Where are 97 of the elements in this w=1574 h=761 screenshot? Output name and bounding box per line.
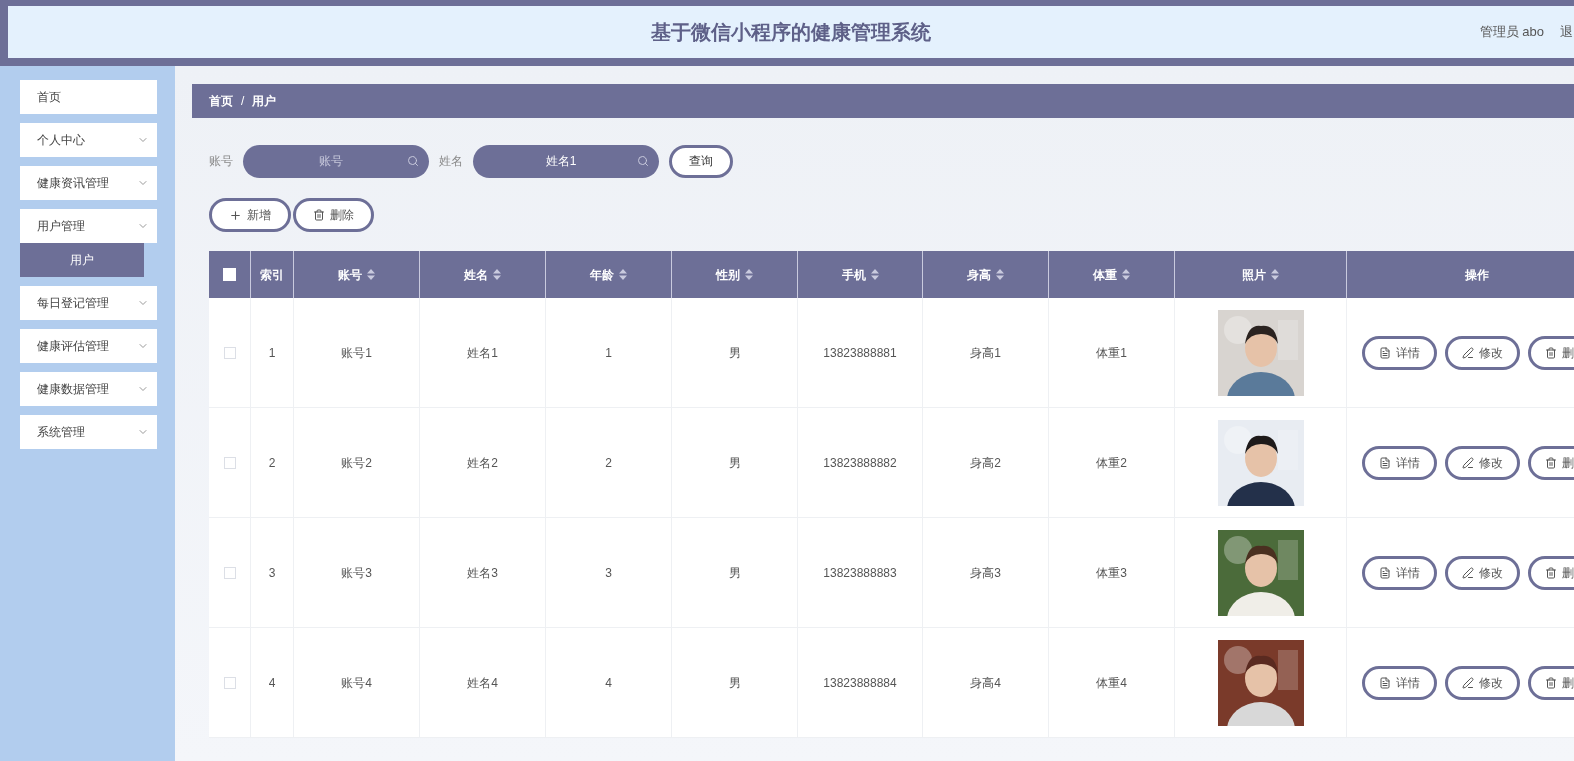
select-all-checkbox[interactable] — [223, 268, 236, 281]
trash-icon — [313, 209, 325, 221]
table-cell-text: 账号1 — [341, 344, 372, 362]
column-header[interactable]: 身高 — [923, 251, 1049, 298]
sidebar-item[interactable]: 健康资讯管理 — [20, 166, 157, 200]
sidebar-item[interactable]: 用户管理 — [20, 209, 157, 243]
table-cell-text: 13823888882 — [823, 454, 897, 472]
sidebar-item[interactable]: 每日登记管理 — [20, 286, 157, 320]
table-cell-text: 1 — [268, 344, 276, 362]
table-cell-text: 13823888881 — [823, 344, 897, 362]
edit-button[interactable]: 修改 — [1445, 445, 1520, 480]
delete-button[interactable]: 删 — [1528, 665, 1574, 700]
document-icon — [1379, 566, 1391, 579]
table-cell-text: 男 — [728, 674, 741, 692]
table-cell-text: 体重2 — [1096, 454, 1127, 472]
detail-button[interactable]: 详情 — [1362, 665, 1437, 700]
app-title: 基于微信小程序的健康管理系统 — [651, 20, 931, 45]
column-header[interactable]: 照片 — [1175, 251, 1347, 298]
query-button[interactable]: 查询 — [669, 144, 733, 178]
column-header[interactable]: 手机 — [798, 251, 923, 298]
table-cell-text: 身高3 — [970, 564, 1001, 582]
table-cell-text: 身高2 — [970, 454, 1001, 472]
column-header[interactable]: 姓名 — [420, 251, 546, 298]
search-field[interactable]: 姓名1 — [473, 144, 659, 178]
table-cell-text: 体重3 — [1096, 564, 1127, 582]
row-checkbox[interactable] — [223, 346, 236, 359]
search-icon — [407, 154, 419, 167]
table-cell-text: 身高4 — [970, 674, 1001, 692]
pencil-icon — [1462, 456, 1474, 469]
table-cell-text: 13823888884 — [823, 674, 897, 692]
user-name: 管理员 abo — [1479, 23, 1544, 42]
table-cell-text: 账号2 — [341, 454, 372, 472]
trash-icon — [1545, 676, 1557, 689]
add-button[interactable]: 新增 — [209, 198, 291, 232]
column-header: 操作 — [1347, 251, 1574, 298]
table-cell-text: 2 — [605, 454, 612, 472]
breadcrumb-link[interactable]: 首页 — [209, 92, 233, 110]
edit-button[interactable]: 修改 — [1445, 665, 1520, 700]
search-icon — [637, 154, 649, 167]
table-cell-text: 2 — [268, 454, 276, 472]
pencil-icon — [1462, 566, 1474, 579]
plus-icon — [229, 208, 242, 222]
column-header[interactable]: 性别 — [672, 251, 798, 298]
delete-button[interactable]: 删 — [1528, 335, 1574, 370]
edit-button[interactable]: 修改 — [1445, 335, 1520, 370]
table-cell-text: 3 — [268, 564, 276, 582]
table-cell-text: 姓名4 — [467, 674, 498, 692]
delete-button[interactable]: 删 — [1528, 555, 1574, 590]
table-cell-text: 4 — [268, 674, 276, 692]
row-checkbox[interactable] — [223, 676, 236, 689]
trash-icon — [1545, 566, 1557, 579]
breadcrumb-separator: / — [241, 93, 245, 110]
table-cell-text: 男 — [728, 344, 741, 362]
table-cell-text: 姓名1 — [467, 344, 498, 362]
breadcrumb-link[interactable]: 用户 — [252, 92, 277, 110]
trash-icon — [1545, 346, 1557, 359]
document-icon — [1379, 676, 1391, 689]
table-cell-text: 体重4 — [1096, 674, 1127, 692]
table-cell-text: 身高1 — [970, 344, 1001, 362]
sidebar-item[interactable]: 健康评估管理 — [20, 329, 157, 363]
detail-button[interactable]: 详情 — [1362, 335, 1437, 370]
sidebar-item[interactable]: 系统管理 — [20, 415, 157, 449]
table-cell-text: 13823888883 — [823, 564, 897, 582]
table-cell-text: 姓名2 — [467, 454, 498, 472]
document-icon — [1379, 346, 1391, 359]
delete-button[interactable]: 删除 — [293, 198, 374, 232]
column-header[interactable]: 体重 — [1049, 251, 1175, 298]
delete-button[interactable]: 删 — [1528, 445, 1574, 480]
pencil-icon — [1462, 346, 1474, 359]
pencil-icon — [1462, 676, 1474, 689]
field-label: 账号 — [209, 153, 233, 170]
column-header[interactable]: 年龄 — [546, 251, 672, 298]
field-label: 姓名 — [439, 153, 463, 170]
logout-link[interactable]: 退 — [1560, 22, 1574, 42]
detail-button[interactable]: 详情 — [1362, 445, 1437, 480]
document-icon — [1379, 456, 1391, 469]
column-header[interactable]: 账号 — [294, 251, 420, 298]
table-cell-text: 男 — [728, 564, 741, 582]
table-cell-text: 1 — [605, 344, 612, 362]
sidebar-item[interactable]: 首页 — [20, 80, 157, 114]
sidebar-subitem[interactable]: 用户 — [20, 243, 144, 277]
table-cell-text: 男 — [728, 454, 741, 472]
table-cell-text: 账号4 — [341, 674, 372, 692]
row-checkbox[interactable] — [223, 456, 236, 469]
row-checkbox[interactable] — [223, 566, 236, 579]
sidebar-item[interactable]: 个人中心 — [20, 123, 157, 157]
search-field[interactable]: 账号 — [243, 144, 429, 178]
table-cell-text: 体重1 — [1096, 344, 1127, 362]
detail-button[interactable]: 详情 — [1362, 555, 1437, 590]
sidebar-item[interactable]: 健康数据管理 — [20, 372, 157, 406]
column-header: 索引 — [251, 251, 294, 298]
table-cell-text: 4 — [605, 674, 612, 692]
trash-icon — [1545, 456, 1557, 469]
table-cell-text: 3 — [605, 564, 612, 582]
table-cell-text: 账号3 — [341, 564, 372, 582]
table-cell-text: 姓名3 — [467, 564, 498, 582]
edit-button[interactable]: 修改 — [1445, 555, 1520, 590]
